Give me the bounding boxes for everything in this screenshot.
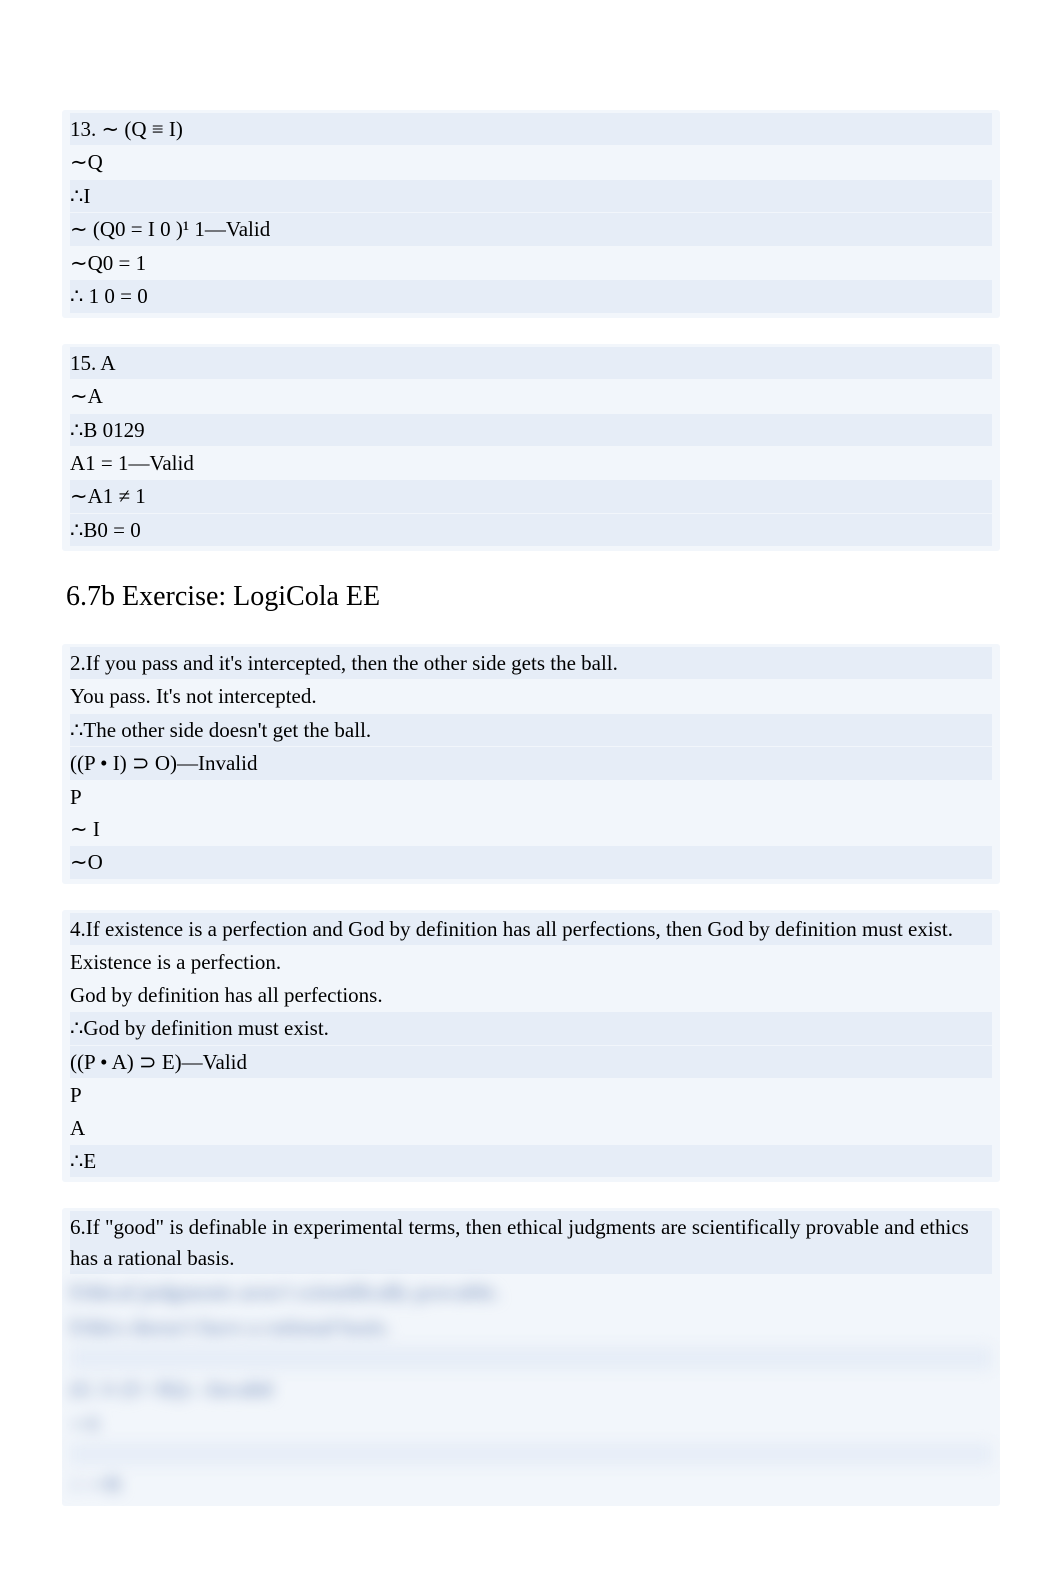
problem-4: 4.If existence is a perfection and God b… — [62, 910, 1000, 1183]
p13-line2: ∼Q — [70, 146, 992, 178]
p4-line2: Existence is a perfection. — [70, 946, 992, 978]
p6-line1: 6.If "good" is definable in experimental… — [70, 1211, 992, 1274]
p13-line1: 13. ∼ (Q ≡ I) — [70, 113, 992, 145]
p4-line4: ∴God by definition must exist. — [70, 1012, 992, 1044]
blur-bar-1 — [70, 1346, 992, 1370]
p4-line3: God by definition has all perfections. — [70, 979, 992, 1011]
section-title: 6.7b Exercise: LogiCola EE — [66, 577, 1000, 618]
p2-line2: You pass. It's not intercepted. — [70, 680, 992, 712]
p6-blur-line2: Ethics doesn't have a rational basis. — [70, 1310, 992, 1345]
p6-blur-line1: Ethical judgments aren't scientifically … — [70, 1275, 992, 1310]
p6-blur-line5: ∴ ∼R — [70, 1467, 992, 1502]
problem-15: 15. A ∼A ∴B 0129 A1 = 1—Valid ∼A1 ≠ 1 ∴B… — [62, 344, 1000, 552]
problem-13: 13. ∼ (Q ≡ I) ∼Q ∴I ∼ (Q0 = I 0 )¹ 1—Val… — [62, 110, 1000, 318]
p2-line7: ∼O — [70, 846, 992, 878]
p2-line5: P — [70, 781, 992, 813]
problem-2: 2.If you pass and it's intercepted, then… — [62, 644, 1000, 884]
p15-line4: A1 = 1—Valid — [70, 447, 992, 479]
p15-line6: ∴B0 = 0 — [70, 514, 992, 546]
p6-blur-line3: (G ⊃ (S • R))—Invalid — [70, 1372, 330, 1407]
p15-line3: ∴B 0129 — [70, 414, 992, 446]
p13-line5: ∼Q0 = 1 — [70, 247, 992, 279]
p4-line7: A — [70, 1112, 992, 1144]
p13-line4: ∼ (Q0 = I 0 )¹ 1—Valid — [70, 213, 992, 245]
blurred-preview: Ethical judgments aren't scientifically … — [70, 1275, 992, 1502]
p4-line1: 4.If existence is a perfection and God b… — [70, 913, 992, 945]
p6-blur-line4: ∼S — [70, 1407, 992, 1442]
problem-6: 6.If "good" is definable in experimental… — [62, 1208, 1000, 1506]
p15-line1: 15. A — [70, 347, 992, 379]
p15-line2: ∼A — [70, 380, 992, 412]
p2-line3: ∴The other side doesn't get the ball. — [70, 714, 992, 746]
p2-line4: ((P • I) ⊃ O)—Invalid — [70, 747, 992, 779]
p13-line6: ∴ 1 0 = 0 — [70, 280, 992, 312]
p15-line5: ∼A1 ≠ 1 — [70, 480, 992, 512]
p4-line5: ((P • A) ⊃ E)—Valid — [70, 1046, 992, 1078]
p2-line6: ∼ I — [70, 813, 992, 845]
blur-bar-2 — [70, 1443, 992, 1465]
p2-line1: 2.If you pass and it's intercepted, then… — [70, 647, 992, 679]
p4-line6: P — [70, 1079, 992, 1111]
p4-line8: ∴E — [70, 1145, 992, 1177]
p13-line3: ∴I — [70, 180, 992, 212]
